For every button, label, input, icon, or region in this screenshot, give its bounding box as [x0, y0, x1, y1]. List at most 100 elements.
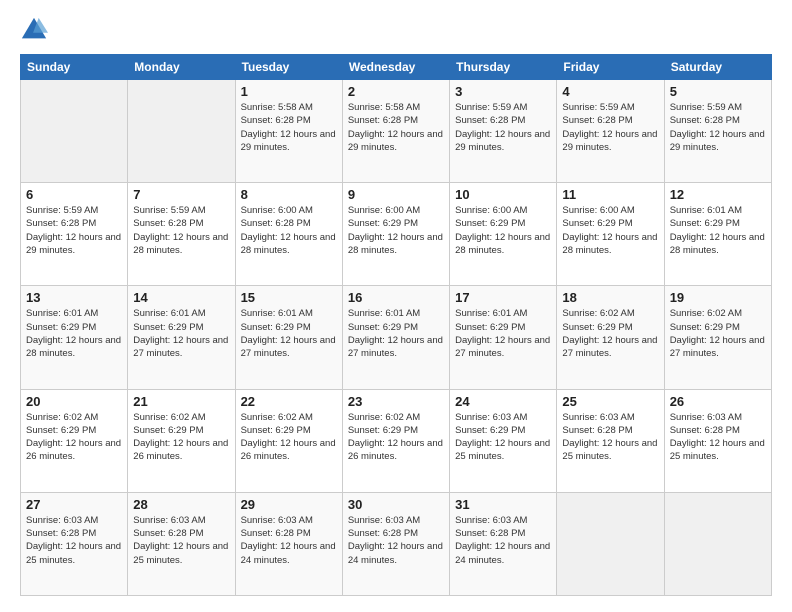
- day-number: 28: [133, 497, 229, 512]
- calendar-day-cell: 4 Sunrise: 5:59 AMSunset: 6:28 PMDaylight…: [557, 80, 664, 183]
- day-info: Sunrise: 6:01 AMSunset: 6:29 PMDaylight:…: [26, 307, 122, 360]
- calendar-day-cell: 3Sunrise: 5:59 AMSunset: 6:28 PMDaylight…: [450, 80, 557, 183]
- calendar-day-header: Saturday: [664, 55, 771, 80]
- calendar-day-cell: 5Sunrise: 5:59 AMSunset: 6:28 PMDaylight…: [664, 80, 771, 183]
- day-info: Sunrise: 6:02 AMSunset: 6:29 PMDaylight:…: [562, 307, 658, 360]
- calendar-day-cell: 21 Sunrise: 6:02 AMSunset: 6:29 PMDayligh…: [128, 389, 235, 492]
- day-info: Sunrise: 6:01 AMSunset: 6:29 PMDaylight:…: [348, 307, 444, 360]
- calendar-day-cell: 31Sunrise: 6:03 AMSunset: 6:28 PMDayligh…: [450, 492, 557, 595]
- day-number: 30: [348, 497, 444, 512]
- calendar-day-cell: 12 Sunrise: 6:01 AMSunset: 6:29 PMDayligh…: [664, 183, 771, 286]
- day-info: Sunrise: 5:58 AMSunset: 6:28 PMDaylight:…: [241, 101, 337, 154]
- calendar-day-cell: 2 Sunrise: 5:58 AMSunset: 6:28 PMDaylight…: [342, 80, 449, 183]
- day-number: 15: [241, 290, 337, 305]
- calendar-day-cell: [128, 80, 235, 183]
- day-number: 16: [348, 290, 444, 305]
- calendar-day-cell: 6 Sunrise: 5:59 AMSunset: 6:28 PMDaylight…: [21, 183, 128, 286]
- calendar-day-cell: [21, 80, 128, 183]
- day-number: 13: [26, 290, 122, 305]
- day-info: Sunrise: 6:01 AMSunset: 6:29 PMDaylight:…: [670, 204, 766, 257]
- calendar-day-cell: 9 Sunrise: 6:00 AMSunset: 6:29 PMDaylight…: [342, 183, 449, 286]
- day-number: 14: [133, 290, 229, 305]
- page: SundayMondayTuesdayWednesdayThursdayFrid…: [0, 0, 792, 612]
- day-number: 7: [133, 187, 229, 202]
- day-info: Sunrise: 5:59 AMSunset: 6:28 PMDaylight:…: [455, 101, 551, 154]
- calendar-week-row: 6 Sunrise: 5:59 AMSunset: 6:28 PMDaylight…: [21, 183, 772, 286]
- calendar-day-header: Friday: [557, 55, 664, 80]
- day-info: Sunrise: 5:59 AMSunset: 6:28 PMDaylight:…: [670, 101, 766, 154]
- calendar-week-row: 27 Sunrise: 6:03 AMSunset: 6:28 PMDayligh…: [21, 492, 772, 595]
- calendar-day-cell: 16 Sunrise: 6:01 AMSunset: 6:29 PMDayligh…: [342, 286, 449, 389]
- calendar-day-cell: 17 Sunrise: 6:01 AMSunset: 6:29 PMDayligh…: [450, 286, 557, 389]
- day-info: Sunrise: 6:03 AMSunset: 6:28 PMDaylight:…: [133, 514, 229, 567]
- calendar-table: SundayMondayTuesdayWednesdayThursdayFrid…: [20, 54, 772, 596]
- day-info: Sunrise: 6:00 AMSunset: 6:28 PMDaylight:…: [241, 204, 337, 257]
- calendar-day-cell: 29 Sunrise: 6:03 AMSunset: 6:28 PMDayligh…: [235, 492, 342, 595]
- day-number: 1: [241, 84, 337, 99]
- day-info: Sunrise: 6:01 AMSunset: 6:29 PMDaylight:…: [133, 307, 229, 360]
- day-info: Sunrise: 6:02 AMSunset: 6:29 PMDaylight:…: [241, 411, 337, 464]
- calendar-day-cell: 19 Sunrise: 6:02 AMSunset: 6:29 PMDayligh…: [664, 286, 771, 389]
- day-number: 21: [133, 394, 229, 409]
- day-info: Sunrise: 6:02 AMSunset: 6:29 PMDaylight:…: [133, 411, 229, 464]
- day-info: Sunrise: 6:00 AMSunset: 6:29 PMDaylight:…: [455, 204, 551, 257]
- calendar-day-cell: 24 Sunrise: 6:03 AMSunset: 6:29 PMDayligh…: [450, 389, 557, 492]
- day-number: 29: [241, 497, 337, 512]
- day-info: Sunrise: 6:03 AMSunset: 6:28 PMDaylight:…: [348, 514, 444, 567]
- day-number: 24: [455, 394, 551, 409]
- day-number: 4: [562, 84, 658, 99]
- calendar-day-cell: 1 Sunrise: 5:58 AMSunset: 6:28 PMDaylight…: [235, 80, 342, 183]
- day-info: Sunrise: 6:01 AMSunset: 6:29 PMDaylight:…: [455, 307, 551, 360]
- calendar-day-cell: 18 Sunrise: 6:02 AMSunset: 6:29 PMDayligh…: [557, 286, 664, 389]
- day-info: Sunrise: 6:02 AMSunset: 6:29 PMDaylight:…: [670, 307, 766, 360]
- day-info: Sunrise: 6:03 AMSunset: 6:28 PMDaylight:…: [455, 514, 551, 567]
- day-info: Sunrise: 6:02 AMSunset: 6:29 PMDaylight:…: [26, 411, 122, 464]
- calendar-day-header: Monday: [128, 55, 235, 80]
- calendar-day-cell: 11 Sunrise: 6:00 AMSunset: 6:29 PMDayligh…: [557, 183, 664, 286]
- day-number: 23: [348, 394, 444, 409]
- day-number: 2: [348, 84, 444, 99]
- calendar-day-cell: 28 Sunrise: 6:03 AMSunset: 6:28 PMDayligh…: [128, 492, 235, 595]
- calendar-day-cell: 26 Sunrise: 6:03 AMSunset: 6:28 PMDayligh…: [664, 389, 771, 492]
- day-info: Sunrise: 6:01 AMSunset: 6:29 PMDaylight:…: [241, 307, 337, 360]
- day-info: Sunrise: 6:03 AMSunset: 6:28 PMDaylight:…: [26, 514, 122, 567]
- day-info: Sunrise: 6:00 AMSunset: 6:29 PMDaylight:…: [562, 204, 658, 257]
- calendar-day-cell: 13 Sunrise: 6:01 AMSunset: 6:29 PMDayligh…: [21, 286, 128, 389]
- calendar-day-cell: [664, 492, 771, 595]
- calendar-day-cell: 7 Sunrise: 5:59 AMSunset: 6:28 PMDaylight…: [128, 183, 235, 286]
- day-number: 27: [26, 497, 122, 512]
- day-info: Sunrise: 5:59 AMSunset: 6:28 PMDaylight:…: [562, 101, 658, 154]
- day-number: 8: [241, 187, 337, 202]
- logo-icon: [20, 16, 48, 44]
- day-number: 25: [562, 394, 658, 409]
- day-number: 9: [348, 187, 444, 202]
- day-number: 22: [241, 394, 337, 409]
- day-number: 6: [26, 187, 122, 202]
- calendar-day-cell: 20 Sunrise: 6:02 AMSunset: 6:29 PMDayligh…: [21, 389, 128, 492]
- calendar-day-header: Tuesday: [235, 55, 342, 80]
- day-number: 17: [455, 290, 551, 305]
- day-number: 20: [26, 394, 122, 409]
- calendar-day-cell: 8 Sunrise: 6:00 AMSunset: 6:28 PMDaylight…: [235, 183, 342, 286]
- day-number: 19: [670, 290, 766, 305]
- day-number: 26: [670, 394, 766, 409]
- calendar-day-cell: [557, 492, 664, 595]
- day-info: Sunrise: 6:00 AMSunset: 6:29 PMDaylight:…: [348, 204, 444, 257]
- day-number: 18: [562, 290, 658, 305]
- day-number: 11: [562, 187, 658, 202]
- day-info: Sunrise: 6:03 AMSunset: 6:28 PMDaylight:…: [670, 411, 766, 464]
- day-info: Sunrise: 6:03 AMSunset: 6:28 PMDaylight:…: [562, 411, 658, 464]
- day-info: Sunrise: 6:02 AMSunset: 6:29 PMDaylight:…: [348, 411, 444, 464]
- calendar-day-cell: 14 Sunrise: 6:01 AMSunset: 6:29 PMDayligh…: [128, 286, 235, 389]
- header: [20, 16, 772, 44]
- day-info: Sunrise: 5:59 AMSunset: 6:28 PMDaylight:…: [26, 204, 122, 257]
- calendar-day-cell: 15 Sunrise: 6:01 AMSunset: 6:29 PMDayligh…: [235, 286, 342, 389]
- day-info: Sunrise: 6:03 AMSunset: 6:28 PMDaylight:…: [241, 514, 337, 567]
- day-number: 10: [455, 187, 551, 202]
- day-info: Sunrise: 5:59 AMSunset: 6:28 PMDaylight:…: [133, 204, 229, 257]
- day-info: Sunrise: 5:58 AMSunset: 6:28 PMDaylight:…: [348, 101, 444, 154]
- day-number: 12: [670, 187, 766, 202]
- calendar-day-header: Sunday: [21, 55, 128, 80]
- day-info: Sunrise: 6:03 AMSunset: 6:29 PMDaylight:…: [455, 411, 551, 464]
- calendar-week-row: 20 Sunrise: 6:02 AMSunset: 6:29 PMDayligh…: [21, 389, 772, 492]
